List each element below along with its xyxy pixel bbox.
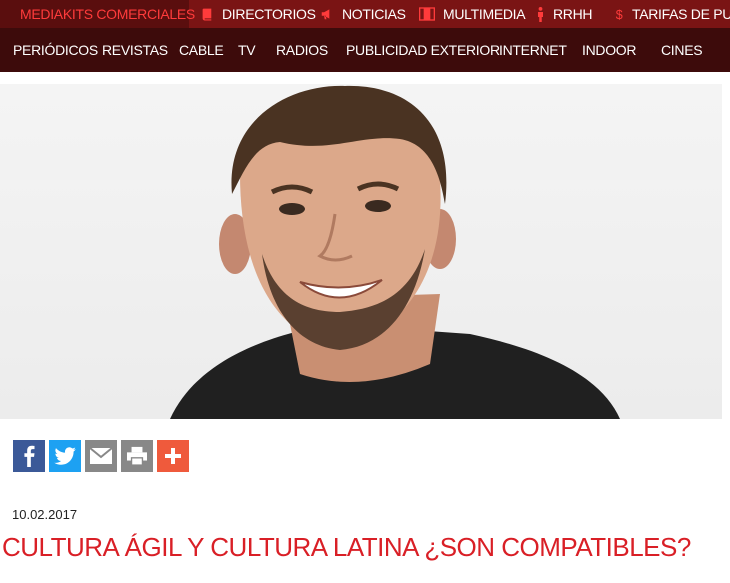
category-tv[interactable]: TV	[238, 28, 256, 72]
megaphone-icon	[321, 9, 330, 20]
nav-item-noticias[interactable]: NOTICIAS	[320, 0, 406, 28]
email-icon	[89, 447, 113, 464]
portrait-illustration	[170, 85, 620, 419]
share-print-button[interactable]	[121, 440, 153, 472]
category-publicidad-exterior[interactable]: PUBLICIDAD EXTERIOR	[346, 28, 500, 72]
nav-item-label: DIRECTORIOS	[222, 6, 316, 22]
dollar-icon: $	[616, 7, 623, 21]
category-radios[interactable]: RADIOS	[276, 28, 328, 72]
film-icon	[419, 7, 435, 21]
article-title: CULTURA ÁGIL Y CULTURA LATINA ¿SON COMPA…	[2, 532, 691, 562]
share-facebook-button[interactable]	[13, 440, 45, 472]
share-twitter-button[interactable]	[49, 440, 81, 472]
top-navigation: MEDIAKITS COMERCIALES DIRECTORIOS NOTICI…	[0, 0, 730, 28]
nav-item-label: RRHH	[553, 6, 593, 22]
share-more-button[interactable]	[157, 440, 189, 472]
nav-item-tarifas[interactable]: $ TARIFAS DE PUBLI	[615, 0, 730, 28]
nav-item-directorios[interactable]: DIRECTORIOS	[201, 0, 316, 28]
nav-item-label: MULTIMEDIA	[443, 6, 526, 22]
plus-icon	[165, 448, 181, 464]
twitter-icon	[54, 447, 76, 465]
nav-item-label: NOTICIAS	[342, 6, 406, 22]
nav-item-label: MEDIAKITS COMERCIALES	[20, 6, 195, 22]
share-email-button[interactable]	[85, 440, 117, 472]
nav-item-label: TARIFAS DE PUBLI	[632, 6, 730, 22]
category-cable[interactable]: CABLE	[179, 28, 224, 72]
article-date: 10.02.2017	[12, 507, 78, 522]
facebook-icon	[24, 445, 35, 467]
category-indoor[interactable]: INDOOR	[582, 28, 637, 72]
book-icon	[202, 8, 212, 21]
category-navigation: PERIÓDICOS REVISTAS CABLE TV RADIOS PUBL…	[0, 28, 730, 72]
nav-item-multimedia[interactable]: MULTIMEDIA	[419, 0, 526, 28]
article-hero-image	[0, 84, 722, 419]
svg-text:$: $	[616, 7, 623, 21]
category-cines[interactable]: CINES	[661, 28, 703, 72]
category-periodicos[interactable]: PERIÓDICOS	[13, 28, 98, 72]
category-internet[interactable]: INTERNET	[499, 28, 567, 72]
print-icon	[127, 446, 147, 466]
nav-item-mediakits[interactable]: MEDIAKITS COMERCIALES	[0, 0, 195, 28]
category-revistas[interactable]: REVISTAS	[102, 28, 168, 72]
person-icon	[538, 6, 543, 22]
nav-item-rrhh[interactable]: RRHH	[536, 0, 593, 28]
